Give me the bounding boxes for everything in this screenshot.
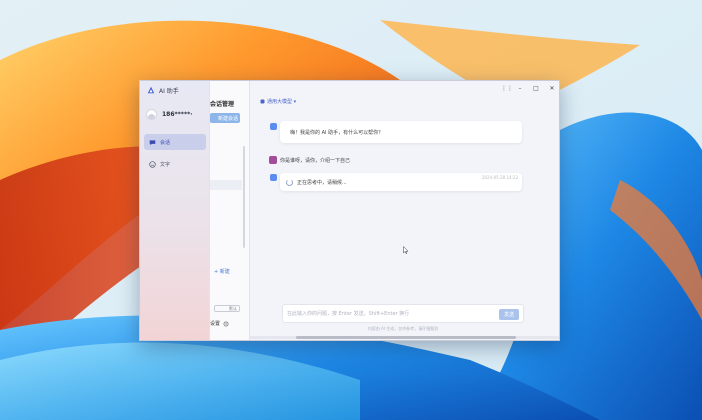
app-title: AI 助手 <box>147 85 179 95</box>
horizontal-scrollbar[interactable] <box>250 336 559 339</box>
message-input[interactable] <box>287 308 497 320</box>
model-selector[interactable]: 通用大模型 ▾ <box>260 98 296 105</box>
avatar[interactable] <box>146 109 157 120</box>
sidebar-item-text[interactable]: 文字 <box>144 156 206 172</box>
loading-spinner-icon <box>286 178 293 186</box>
pin-icon[interactable]: ⋮⋮ <box>501 85 513 92</box>
sidebar-item-chat[interactable]: 会话 <box>144 134 206 150</box>
window-controls: ⋮⋮ – □ ✕ <box>501 85 555 92</box>
message-text: 嗨！我是你的 AI 助手，有什么可以帮你？ <box>290 129 384 136</box>
conversation-list-pane: 会话管理 新建会话 + 新建 默认 设置 <box>210 81 250 340</box>
assistant-message: 嗨！我是你的 AI 助手，有什么可以帮你？ <box>280 121 522 143</box>
send-button[interactable]: 发送 <box>499 309 519 320</box>
user-avatar-icon <box>269 156 277 164</box>
document-icon <box>149 160 156 168</box>
model-label: 通用大模型 ▾ <box>267 99 297 105</box>
maximize-icon[interactable]: □ <box>533 85 539 92</box>
list-item[interactable] <box>210 180 242 190</box>
assistant-message: 正在思考中，请稍候... 2024-05-28 14:22 <box>280 173 522 191</box>
chat-bubble-icon <box>149 139 156 145</box>
assistant-avatar-icon <box>270 174 277 181</box>
scrollbar-thumb[interactable] <box>296 336 516 339</box>
composer: 发送 <box>282 304 524 323</box>
user-phone: 186*****· <box>162 111 193 118</box>
sidebar-item-label: 会话 <box>160 139 171 146</box>
new-conversation-button[interactable]: 新建会话 <box>210 113 240 123</box>
app-window: AI 助手 186*****· 会话 文字 会话管理 新建会话 + 新建 默认 … <box>139 80 560 341</box>
chat-pane: 通用大模型 ▾ ⋮⋮ – □ ✕ 嗨！我是你的 AI 助手，有什么可以帮你？ 你… <box>250 81 559 340</box>
model-icon <box>260 99 265 104</box>
assistant-avatar-icon <box>270 123 277 130</box>
disclaimer-text: 内容由 AI 生成，仅供参考，请仔细甄别 <box>367 326 439 331</box>
nav-pane: AI 助手 186*****· 会话 文字 <box>140 81 210 340</box>
message-timestamp: 2024-05-28 14:22 <box>481 175 518 180</box>
tag-badge[interactable]: 默认 <box>214 305 240 312</box>
message-text: 正在思考中，请稍候... <box>297 179 347 186</box>
conversation-list-heading: 会话管理 <box>210 101 235 108</box>
list-scrollbar[interactable] <box>243 146 245 248</box>
user-profile[interactable]: 186*****· <box>146 109 193 120</box>
close-icon[interactable]: ✕ <box>549 85 555 92</box>
settings-label: 设置 <box>210 321 221 327</box>
user-message: 你是谁呀，请你，介绍一下自己 <box>280 158 351 164</box>
mouse-cursor-icon <box>403 246 409 254</box>
settings-row[interactable]: 设置 <box>210 320 229 327</box>
logo-icon <box>147 86 155 94</box>
sidebar-item-label: 文字 <box>160 161 171 168</box>
minimize-icon[interactable]: – <box>517 85 523 92</box>
add-link[interactable]: + 新建 <box>214 268 230 275</box>
settings-icon <box>223 321 229 326</box>
app-title-text: AI 助手 <box>159 87 179 95</box>
